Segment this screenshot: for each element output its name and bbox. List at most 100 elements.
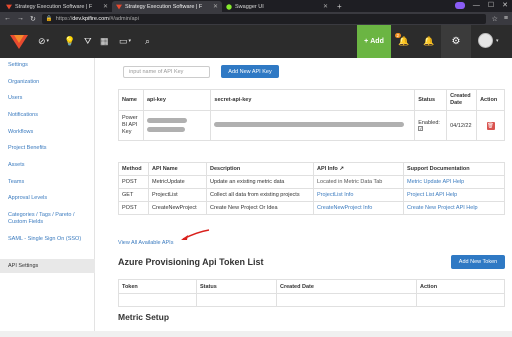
api-key-name-input[interactable]: input name of API Key: [123, 66, 210, 78]
window-controls: — ☐ ✕: [454, 1, 508, 9]
azure-token-table: Token Status Created Date Action: [118, 279, 505, 307]
sidebar-item-teams[interactable]: Teams: [0, 179, 95, 186]
table-row-empty: [118, 293, 505, 307]
swagger-logo-icon: [226, 3, 232, 10]
sidebar-item-categories[interactable]: Categories / Tags / Pareto / Custom Fiel…: [0, 212, 88, 226]
browser-tab-title: Strategy Execution Software | F: [15, 3, 93, 10]
table-row: Power BI API Key Enabled: ✓ 04/12/22 🗑: [118, 110, 505, 141]
dashboard-icon[interactable]: ⊘ ▾: [38, 35, 49, 47]
table-row: POST CreateNewProject Create New Project…: [118, 201, 505, 215]
sidebar-item-settings[interactable]: Settings: [0, 62, 95, 69]
reload-icon[interactable]: ↻: [30, 15, 36, 23]
sidebar-item-project-benefits[interactable]: Project Benefits: [0, 145, 95, 152]
support-doc-link[interactable]: Metric Update API Help: [403, 175, 505, 189]
description-cell: Create New Project Or Idea: [206, 201, 314, 215]
sidebar-item-organization[interactable]: Organization: [0, 79, 95, 86]
api-key-table: Name api-key secret-api-key Status Creat…: [118, 89, 505, 141]
sidebar-item-approval-levels[interactable]: Approval Levels: [0, 195, 95, 202]
description-cell: Collect all data from existing projects: [206, 188, 314, 202]
status-cell: Enabled: ✓: [414, 110, 448, 141]
redacted-secret-key: [210, 110, 416, 141]
analytics-icon[interactable]: ▭ ▾: [119, 35, 131, 47]
menu-icon[interactable]: ≡: [504, 15, 508, 22]
add-new-api-key-button[interactable]: Add New API Key: [221, 65, 279, 78]
address-bar[interactable]: 🔒 https://dev.kpifire.com/#/admin/api: [41, 13, 486, 24]
column-header-created-date: Created Date: [276, 279, 417, 294]
filter-icon[interactable]: ⛛: [84, 35, 92, 47]
gear-icon[interactable]: ⚙: [441, 25, 471, 58]
chevron-down-icon[interactable]: ▾: [496, 38, 499, 44]
close-icon[interactable]: ✕: [213, 3, 218, 10]
support-doc-link[interactable]: Project List API Help: [403, 188, 505, 202]
method-cell: POST: [118, 201, 149, 215]
forward-icon[interactable]: →: [17, 15, 24, 22]
action-cell: 🗑: [476, 110, 505, 141]
notifications-bell-icon[interactable]: 🔔 2: [395, 33, 409, 47]
browser-tab-2[interactable]: Strategy Execution Software | F ✕: [112, 1, 222, 12]
sidebar-item-api-settings[interactable]: API Settings: [0, 259, 95, 273]
add-button[interactable]: + Add: [357, 25, 391, 58]
sidebar-item-saml[interactable]: SAML - Single Sign On (SSO): [0, 236, 85, 243]
back-icon[interactable]: ←: [4, 15, 11, 22]
browser-toolbar: ← → ↻ 🔒 https://dev.kpifire.com/#/admin/…: [0, 12, 512, 25]
new-tab-button[interactable]: +: [332, 1, 347, 12]
browser-tab-bar: Strategy Execution Software | F ✕ Strate…: [0, 0, 512, 12]
minimize-icon[interactable]: —: [473, 2, 480, 9]
api-name-cell: CreateNewProject: [148, 201, 207, 215]
empty-cell: [118, 293, 197, 307]
column-header-name: Name: [118, 89, 144, 111]
column-header-action: Action: [416, 279, 505, 294]
metric-setup-title: Metric Setup: [118, 312, 170, 322]
main-content: input name of API Key Add New API Key Na…: [95, 58, 512, 331]
bell-icon[interactable]: 🔔: [423, 35, 434, 47]
table-row: POST MetricUpdate Update an existing met…: [118, 175, 505, 189]
created-date-cell: 04/12/22: [446, 110, 478, 141]
api-name-cell: ProjectList: [148, 188, 207, 202]
sidebar-item-workflows[interactable]: Workflows: [0, 129, 95, 136]
column-header-status: Status: [196, 279, 277, 294]
api-info-label: API Info: [317, 166, 338, 172]
external-link-icon: ↗: [339, 166, 344, 172]
sidebar-item-notifications[interactable]: Notifications: [0, 112, 95, 119]
browser-status-bar: [0, 331, 512, 337]
column-header-description: Description: [206, 162, 314, 176]
grid-icon[interactable]: ▦: [100, 35, 109, 47]
kpifire-logo-icon[interactable]: [10, 35, 28, 49]
view-all-apis-link[interactable]: View All Available APIs: [118, 240, 173, 246]
close-window-icon[interactable]: ✕: [502, 1, 508, 9]
redacted-api-key: [142, 110, 212, 141]
column-header-status: Status: [414, 89, 448, 111]
add-new-token-button[interactable]: Add New Token: [451, 255, 505, 269]
app-header: ⊘ ▾ 💡 ⛛ ▦ ▭ ▾ ⌕ + Add 🔔 2 🔔 ⚙ ▾: [0, 25, 512, 58]
url-path: /#/admin/api: [108, 15, 139, 22]
empty-cell: [276, 293, 417, 307]
admin-sidebar: Settings Organization Users Notification…: [0, 58, 95, 331]
plus-icon: +: [364, 38, 369, 45]
api-info-link[interactable]: CreateNewProject Info: [313, 201, 404, 215]
url-domain: dev.kpifire.com: [72, 15, 109, 22]
search-icon[interactable]: ⌕: [145, 35, 150, 47]
url-prefix: https://: [55, 15, 73, 22]
maximize-icon[interactable]: ☐: [488, 1, 494, 9]
api-info-link[interactable]: ProjectList Info: [313, 188, 404, 202]
browser-tab-3[interactable]: Swagger UI ✕: [222, 1, 332, 12]
sidebar-item-assets[interactable]: Assets: [0, 162, 95, 169]
browser-tab-1[interactable]: Strategy Execution Software | F ✕: [2, 1, 112, 12]
add-label: Add: [370, 38, 384, 45]
column-header-secret-api-key: secret-api-key: [210, 89, 416, 111]
support-doc-link[interactable]: Create New Project API Help: [403, 201, 505, 215]
api-info-cell: Located in Metric Data Tab: [313, 175, 404, 189]
table-row: GET ProjectList Collect all data from ex…: [118, 188, 505, 202]
avatar[interactable]: [478, 33, 493, 48]
delete-icon[interactable]: 🗑: [486, 121, 495, 130]
lightbulb-icon[interactable]: 💡: [64, 35, 75, 47]
kpifire-logo-icon: [116, 4, 122, 9]
enabled-checkbox[interactable]: ✓: [418, 125, 424, 131]
api-name-cell: MetricUpdate: [148, 175, 207, 189]
column-header-action: Action: [476, 89, 505, 111]
close-icon[interactable]: ✕: [103, 3, 108, 10]
annotation-arrow-icon: [181, 229, 210, 240]
star-icon[interactable]: ☆: [492, 15, 498, 23]
close-icon[interactable]: ✕: [323, 3, 328, 10]
sidebar-item-users[interactable]: Users: [0, 95, 95, 102]
